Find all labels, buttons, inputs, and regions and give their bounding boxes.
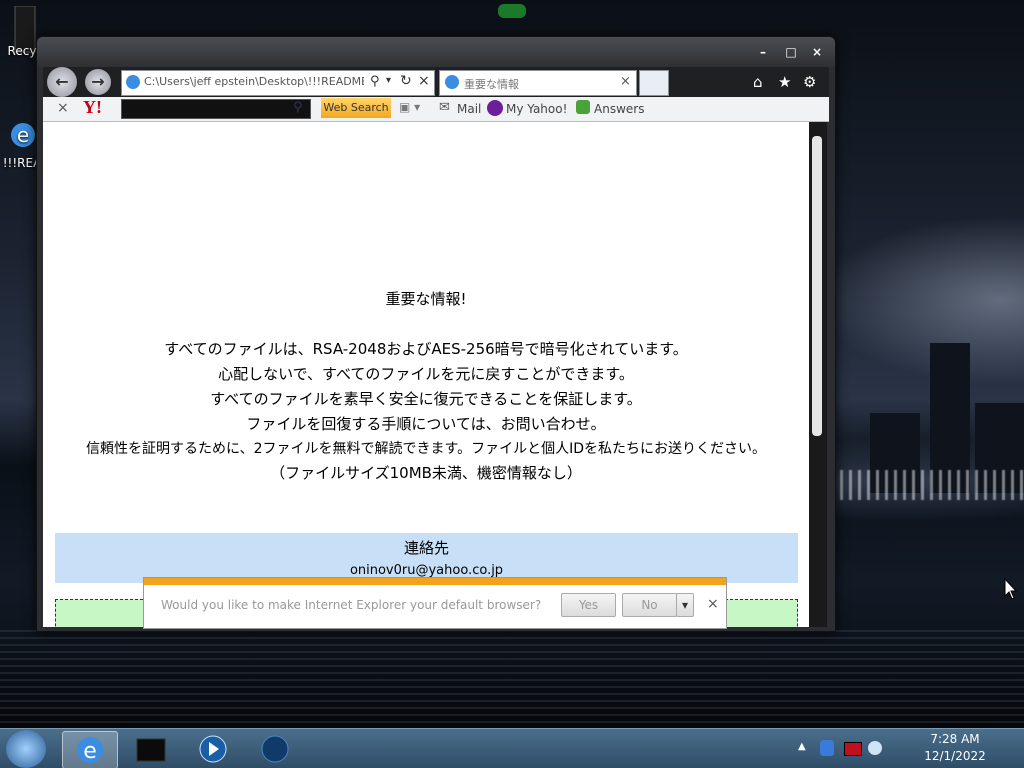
notification-close-button[interactable]: × xyxy=(707,596,719,612)
mouse-cursor xyxy=(1004,578,1018,600)
contact-title: 連絡先 xyxy=(403,539,449,557)
clock-date: 12/1/2022 xyxy=(924,749,986,763)
navigation-bar: ← → C:\Users\jeff epstein\Desktop\!!!REA… xyxy=(43,67,829,97)
close-icon[interactable]: × xyxy=(809,45,825,59)
tab-close-icon[interactable]: × xyxy=(620,74,631,89)
star-icon[interactable]: ★ xyxy=(778,73,791,91)
internet-explorer-icon: e xyxy=(5,118,39,152)
answers-link[interactable]: Answers xyxy=(594,102,644,116)
forward-button[interactable]: → xyxy=(85,69,111,95)
ransom-line: 心配しないで、すべてのファイルを元に戻すことができます。 xyxy=(218,365,634,383)
refresh-icon[interactable]: ↻ xyxy=(400,73,412,89)
toolbar-close-button[interactable]: × xyxy=(57,100,69,116)
no-dropdown-button[interactable]: ▾ xyxy=(676,593,694,617)
yahoo-toolbar: × Y! ⚲ Web Search ▣ ▾ ✉ Mail My Yahoo! A… xyxy=(43,97,829,122)
ransom-line: ファイルを回復する手順については、お問い合わせ。 xyxy=(246,415,606,433)
globe-taskbar-button[interactable] xyxy=(248,731,302,767)
notification-accent-bar xyxy=(144,578,726,585)
notification-message: Would you like to make Internet Explorer… xyxy=(161,598,542,612)
address-url[interactable]: C:\Users\jeff epstein\Desktop\!!!README! xyxy=(144,75,364,88)
answers-icon xyxy=(576,100,590,114)
stop-icon[interactable]: × xyxy=(418,73,430,89)
show-hidden-icons-icon[interactable]: ▲ xyxy=(798,741,806,752)
contact-box: 連絡先 oninov0ru@yahoo.co.jp xyxy=(55,533,798,583)
city-lights xyxy=(840,470,1024,500)
clock-time: 7:28 AM xyxy=(930,732,980,746)
gear-icon[interactable]: ⚙ xyxy=(803,73,816,91)
internet-explorer-taskbar-button[interactable]: e xyxy=(62,731,118,768)
home-icon[interactable]: ⌂ xyxy=(753,73,763,91)
new-tab-button[interactable] xyxy=(639,70,669,96)
ransom-line: 信頼性を証明するために、2ファイルを無料で解読できます。ファイルと個人IDを私た… xyxy=(86,441,766,457)
tab-active[interactable]: 重要な情報 × xyxy=(439,70,637,96)
ransom-line: すべてのファイルは、RSA-2048およびAES-256暗号で暗号化されています… xyxy=(164,340,688,358)
toolbar-options-icon[interactable]: ▣ ▾ xyxy=(399,100,420,114)
scrollbar-thumb[interactable] xyxy=(812,136,822,436)
my-yahoo-link[interactable]: My Yahoo! xyxy=(506,102,567,116)
window-titlebar[interactable]: – □ × xyxy=(37,37,835,67)
svg-text:e: e xyxy=(83,739,97,764)
address-bar[interactable]: C:\Users\jeff epstein\Desktop\!!!README!… xyxy=(121,70,435,96)
page-heading: 重要な情報! xyxy=(385,290,467,308)
network-flag-icon[interactable] xyxy=(844,742,862,756)
ransom-line: （ファイルサイズ10MB未満、機密情報なし） xyxy=(270,464,582,482)
volume-icon[interactable] xyxy=(868,741,882,755)
recycle-bin-icon xyxy=(5,6,39,53)
contact-email: oninov0ru@yahoo.co.jp xyxy=(349,563,504,578)
dropdown-icon[interactable]: ▾ xyxy=(386,75,391,86)
ie-tab-icon xyxy=(445,75,459,89)
browser-window: – □ × ← → C:\Users\jeff epstein\Desktop\… xyxy=(36,36,836,632)
my-yahoo-icon xyxy=(487,100,503,116)
no-button[interactable]: No xyxy=(622,593,677,617)
svg-text:e: e xyxy=(17,123,29,147)
yahoo-search-input[interactable] xyxy=(121,99,311,119)
search-icon[interactable]: ⚲ xyxy=(370,74,380,89)
water-reflection xyxy=(0,630,1024,728)
mail-icon: ✉ xyxy=(439,100,450,115)
ie-page-icon xyxy=(126,75,140,89)
media-player-taskbar-button[interactable] xyxy=(186,731,240,767)
yes-button[interactable]: Yes xyxy=(561,593,616,617)
system-clock[interactable]: 7:28 AM 12/1/2022 xyxy=(890,731,1020,765)
default-browser-notification: Would you like to make Internet Explorer… xyxy=(143,577,727,629)
vertical-scrollbar[interactable] xyxy=(809,122,827,627)
desktop-icon-label: Recy xyxy=(7,44,37,58)
tab-title: 重要な情報 xyxy=(464,78,519,91)
web-search-button[interactable]: Web Search xyxy=(321,98,391,118)
back-button[interactable]: ← xyxy=(47,67,77,97)
mail-link[interactable]: Mail xyxy=(457,102,481,116)
minimize-icon[interactable]: – xyxy=(755,45,771,59)
maximize-icon[interactable]: □ xyxy=(783,45,799,59)
security-shield-icon[interactable] xyxy=(820,740,834,756)
page-content: 重要な情報! すべてのファイルは、RSA-2048およびAES-256暗号で暗号… xyxy=(43,122,809,627)
ransom-line: すべてのファイルを素早く安全に復元できることを保証します。 xyxy=(210,390,642,408)
file-explorer-taskbar-button[interactable] xyxy=(124,731,178,767)
search-icon[interactable]: ⚲ xyxy=(293,100,303,115)
taskbar: e ▲ 7:28 AM 12/1/2022 xyxy=(0,728,1024,768)
desktop-gadget-top xyxy=(498,4,526,18)
start-button[interactable] xyxy=(6,730,46,768)
yahoo-logo: Y! xyxy=(83,97,102,117)
